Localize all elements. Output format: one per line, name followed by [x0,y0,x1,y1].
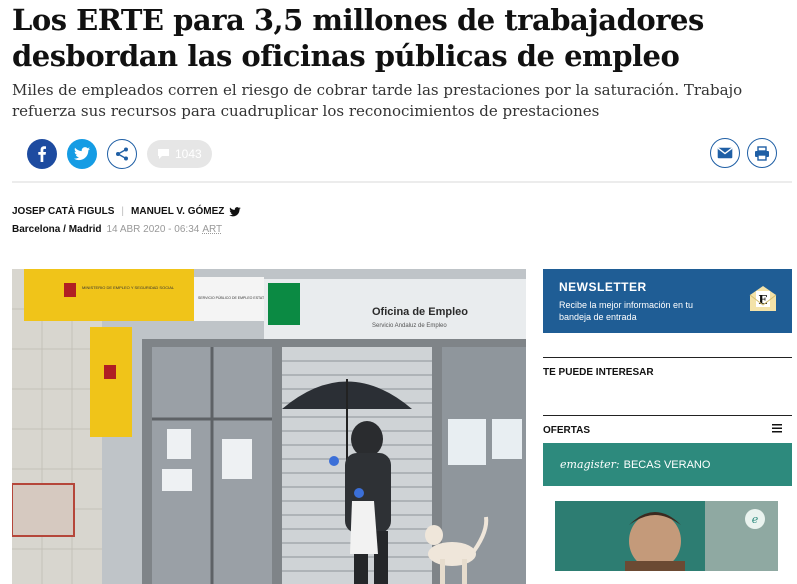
employment-office-photo: MINISTERIO DE EMPLEO Y SEGURIDAD SOCIAL … [12,269,526,584]
author-link[interactable]: MANUEL V. GÓMEZ [131,206,224,217]
newsletter-banner[interactable]: NEWSLETTER Recibe la mejor información e… [543,269,792,333]
twitter-icon[interactable] [229,206,242,217]
newsletter-text: Recibe la mejor información en tu bandej… [559,300,694,322]
sign-ministry-text: MINISTERIO DE EMPLEO Y SEGURIDAD SOCIAL [82,285,175,290]
emagister-logo: emagister: [560,458,620,471]
article-subheadline: Miles de empleados corren el riesgo de c… [12,81,743,120]
sign-office-title: Oficina de Empleo [372,306,468,318]
article-actions [703,138,777,168]
interest-title: TE PUEDE INTERESAR [543,367,654,378]
print-button[interactable] [747,138,777,168]
newsletter-envelope-icon: E [749,286,777,311]
sidebar: NEWSLETTER Recibe la mejor información e… [543,269,792,571]
offers-title: OFERTAS [543,425,591,436]
email-button[interactable] [710,138,740,168]
dateline: Barcelona / Madrid 14 ABR 2020 - 06:34 A… [12,224,222,235]
envelope-icon [717,147,733,159]
facebook-icon [38,146,46,162]
offers-section: OFERTAS [543,415,792,443]
twitter-icon [74,147,90,161]
share-icon [116,147,128,161]
byline-separator: | [121,206,125,217]
share-bar: 1043 [27,138,212,170]
article-headline: Los ERTE para 3,5 millones de trabajador… [12,3,704,73]
printer-icon [755,145,769,161]
comment-bubble-icon [158,149,169,159]
publish-date: 14 ABR 2020 - 06:34 [106,224,200,235]
facebook-share-button[interactable] [27,139,57,169]
svg-text:e: e [752,513,759,526]
becas-image[interactable]: e [555,501,778,571]
becas-verano-banner[interactable]: emagister: BECAS VERANO [543,443,792,486]
sign-office-sub: Servicio Andaluz de Empleo [372,323,447,329]
article-photo: MINISTERIO DE EMPLEO Y SEGURIDAD SOCIAL … [12,269,526,584]
byline: JOSEP CATÀ FIGULS | MANUEL V. GÓMEZ [12,206,242,217]
timezone: ART [202,224,223,235]
interest-section: TE PUEDE INTERESAR [543,357,792,391]
location: Barcelona / Madrid [12,224,102,235]
comments-count: 1043 [175,147,202,161]
becas-label: BECAS VERANO [623,458,711,471]
author-link[interactable]: JOSEP CATÀ FIGULS [12,206,114,217]
sign-sepe-text: SERVICIO PÚBLICO DE EMPLEO ESTATAL [198,296,268,300]
comments-button[interactable]: 1043 [147,140,212,168]
share-button[interactable] [107,139,137,169]
hamburger-menu-icon[interactable] [772,424,782,433]
student-photo: e [555,501,778,571]
twitter-share-button[interactable] [67,139,97,169]
divider [12,181,792,183]
